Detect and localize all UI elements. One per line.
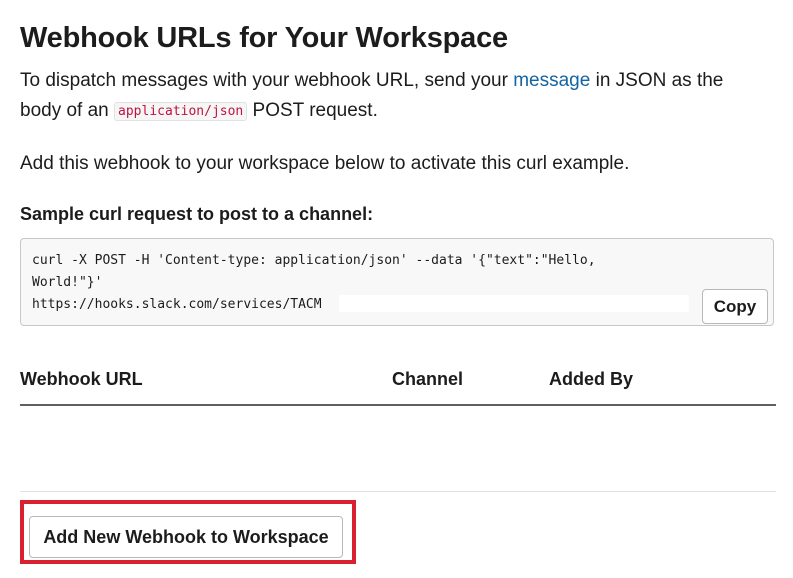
add-webhook-button[interactable]: Add New Webhook to Workspace bbox=[29, 516, 343, 558]
table-footer-divider bbox=[20, 491, 776, 492]
column-channel: Channel bbox=[392, 369, 464, 389]
page-title: Webhook URLs for Your Workspace bbox=[20, 22, 508, 54]
sample-heading: Sample curl request to post to a channel… bbox=[20, 204, 374, 224]
intro-text-start: To dispatch messages with your webhook U… bbox=[20, 70, 514, 91]
activate-note: Add this webhook to your workspace below… bbox=[20, 153, 630, 174]
highlight-annotation: Add New Webhook to Workspace bbox=[20, 500, 356, 564]
column-added-by: Added By bbox=[549, 369, 634, 389]
content-type-code: application/json bbox=[114, 102, 248, 121]
webhook-table-header: Webhook URL Channel Added By bbox=[20, 366, 776, 406]
intro-text-end: POST request. bbox=[247, 100, 378, 121]
redacted-token bbox=[339, 295, 689, 312]
intro-paragraph: To dispatch messages with your webhook U… bbox=[20, 66, 765, 127]
message-link[interactable]: message bbox=[513, 70, 590, 91]
column-webhook-url: Webhook URL bbox=[20, 369, 143, 389]
curl-code-block: curl -X POST -H 'Content-type: applicati… bbox=[20, 238, 774, 326]
copy-button[interactable]: Copy bbox=[702, 289, 768, 324]
